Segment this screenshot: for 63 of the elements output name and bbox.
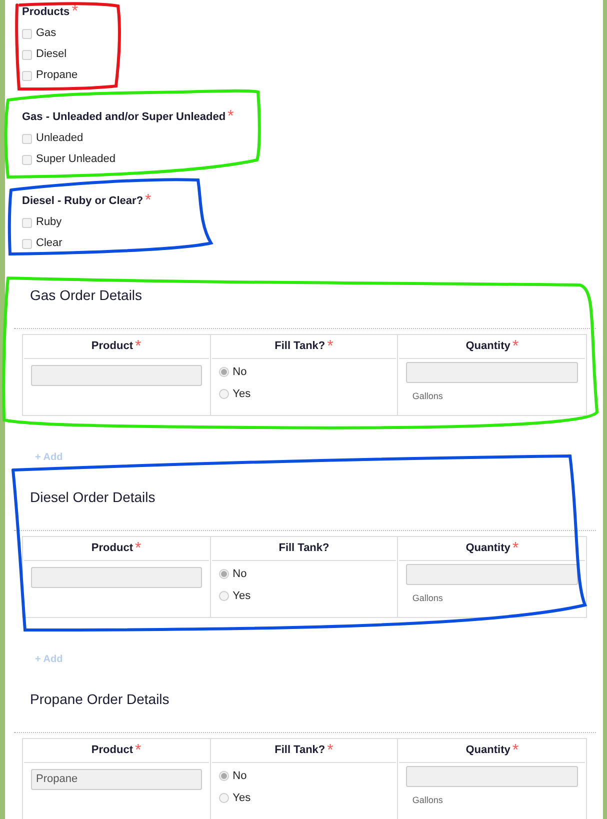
required-asterisk: *: [512, 538, 519, 558]
checkbox-label: Gas: [36, 26, 56, 42]
add-link[interactable]: + Add: [35, 652, 63, 666]
section-title: Diesel Order Details: [30, 488, 156, 506]
column-header: Fill Tank?: [274, 743, 326, 758]
quantity-field[interactable]: [406, 766, 578, 787]
column-header: Fill Tank?: [278, 541, 330, 556]
group-label: Gas - Unleaded and/or Super Unleaded: [22, 110, 226, 125]
required-asterisk: *: [134, 336, 142, 356]
column-header: Product: [91, 541, 133, 556]
radio-button[interactable]: [218, 389, 229, 399]
unit-label: Gallons: [412, 794, 444, 807]
checkbox[interactable]: [22, 218, 32, 228]
radio-button[interactable]: [218, 367, 229, 377]
section-title: Gas Order Details: [30, 286, 142, 304]
section-title: Propane Order Details: [30, 690, 170, 709]
quantity-field[interactable]: [406, 362, 578, 383]
product-field[interactable]: [31, 364, 202, 386]
radio-button[interactable]: [218, 569, 229, 579]
radio-label: Yes: [232, 588, 251, 604]
required-asterisk: *: [145, 191, 152, 211]
required-asterisk: *: [327, 740, 334, 760]
product-field[interactable]: [31, 566, 202, 588]
column-header: Fill Tank?: [274, 339, 326, 354]
radio-label: No: [232, 566, 247, 582]
column-header: Product: [91, 339, 133, 354]
radio-button[interactable]: [218, 793, 229, 803]
add-link[interactable]: + Add: [35, 450, 63, 464]
checkbox[interactable]: [22, 134, 32, 144]
quantity-field[interactable]: [406, 564, 578, 585]
product-field[interactable]: Propane: [31, 768, 202, 790]
checkbox-label: Propane: [36, 68, 78, 84]
required-asterisk: *: [327, 336, 334, 356]
radio-label: No: [232, 364, 247, 380]
checkbox[interactable]: [22, 154, 32, 164]
radio-label: No: [232, 768, 247, 784]
required-asterisk: *: [72, 2, 78, 22]
group-label: Diesel - Ruby or Clear?: [22, 194, 144, 209]
radio-button[interactable]: [218, 591, 229, 601]
checkbox-label: Diesel: [36, 47, 67, 62]
unit-label: Gallons: [412, 390, 444, 403]
checkbox[interactable]: [22, 70, 32, 80]
required-asterisk: *: [228, 107, 234, 127]
column-header: Quantity: [466, 339, 510, 354]
checkbox[interactable]: [22, 28, 32, 38]
checkbox-label: Super Unleaded: [36, 152, 116, 168]
group-label: Products: [22, 4, 70, 20]
checkbox-label: Clear: [36, 236, 62, 252]
column-header: Product: [91, 743, 133, 758]
checkbox-label: Unleaded: [36, 131, 84, 146]
radio-label: Yes: [232, 386, 251, 402]
checkbox-label: Ruby: [36, 215, 62, 230]
required-asterisk: *: [134, 538, 142, 558]
required-asterisk: *: [512, 740, 519, 760]
checkbox[interactable]: [22, 50, 32, 60]
radio-label: Yes: [232, 790, 251, 806]
column-header: Quantity: [466, 541, 510, 556]
column-header: Quantity: [466, 743, 510, 758]
required-asterisk: *: [512, 336, 519, 356]
unit-label: Gallons: [412, 592, 444, 605]
required-asterisk: *: [134, 740, 142, 760]
radio-button[interactable]: [218, 771, 229, 781]
checkbox[interactable]: [22, 238, 32, 248]
